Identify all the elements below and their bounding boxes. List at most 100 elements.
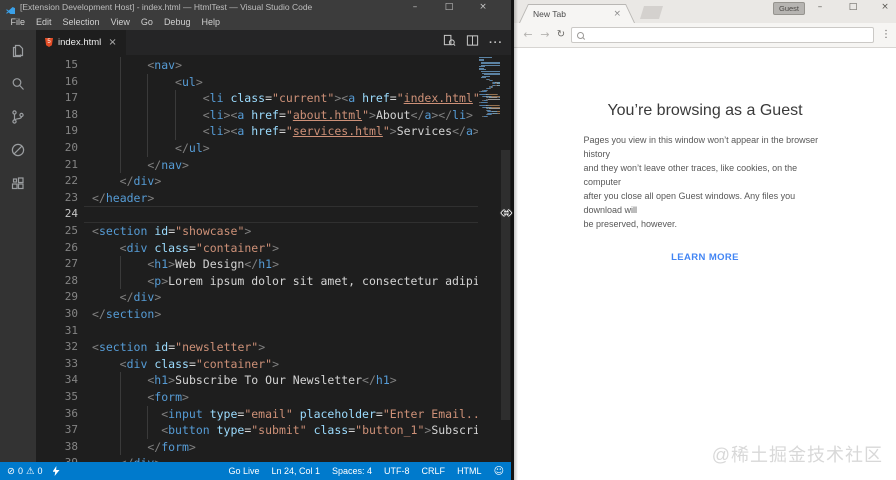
window-title: [Extension Development Host] - index.htm… <box>20 2 313 12</box>
code-editor[interactable]: 15 16 17 18 19 20 21 22 23 24 25 26 27 28 29 30 31 32 33 34… <box>36 55 511 462</box>
code-line[interactable]: <ul> <box>92 73 478 91</box>
html5-file-icon: 5 <box>45 38 53 47</box>
line-number: 15 <box>64 58 78 71</box>
browser-tab[interactable]: New Tab × <box>519 4 635 23</box>
new-tab-button[interactable] <box>640 6 663 19</box>
line-number: 22 <box>64 174 78 188</box>
guest-info-line: be preserved, however. <box>583 219 678 229</box>
code-line[interactable]: </div> <box>92 289 478 306</box>
address-bar[interactable] <box>571 27 874 43</box>
code-line[interactable]: <nav> <box>92 57 478 74</box>
feedback-smiley-icon[interactable]: ☺ <box>494 466 511 477</box>
status-item-ln-24-col-1[interactable]: Ln 24, Col 1 <box>265 466 326 476</box>
browser-maximize-button[interactable]: □ <box>844 0 862 14</box>
browser-minimize-button[interactable]: – <box>811 0 829 14</box>
screen: [Extension Development Host] - index.htm… <box>0 0 896 480</box>
code-line[interactable]: <li><a href="about.html">About</a></li> <box>92 106 478 124</box>
more-actions-icon[interactable]: ··· <box>489 37 503 48</box>
menu-item-edit[interactable]: Edit <box>31 17 58 27</box>
minimap[interactable] <box>478 55 500 462</box>
code-line[interactable]: <div class="container"> <box>92 240 478 257</box>
code-line[interactable]: </nav> <box>92 156 478 174</box>
close-button[interactable]: × <box>472 0 494 14</box>
code-line[interactable]: </ul> <box>92 140 478 157</box>
guest-info-line: Pages you view in this window won’t appe… <box>583 135 819 159</box>
code-line[interactable]: <div class="container"> <box>92 356 478 373</box>
code-line[interactable]: <section id="newsletter"> <box>92 339 478 356</box>
tab-label: index.html <box>58 37 102 48</box>
status-item-go-live[interactable]: Go Live <box>222 466 265 476</box>
line-number: 20 <box>64 141 78 154</box>
code-line[interactable]: </div> <box>92 173 478 190</box>
split-editor-icon[interactable] <box>466 34 479 52</box>
menu-item-view[interactable]: View <box>105 17 135 27</box>
browser-content: You’re browsing as a Guest Pages you vie… <box>514 48 896 480</box>
line-number: 29 <box>64 290 78 304</box>
browser-toolbar: ← → ↻ ⋮ <box>514 23 896 48</box>
code-line[interactable]: <p>Lorem ipsum dolor sit amet, consectet… <box>92 272 478 290</box>
line-number: 23 <box>64 190 78 204</box>
menu-item-help[interactable]: Help <box>196 17 226 27</box>
maximize-button[interactable]: □ <box>438 0 460 14</box>
source-control-icon[interactable] <box>10 109 26 125</box>
minimize-button[interactable]: – <box>404 0 426 14</box>
back-icon[interactable]: ← <box>520 23 536 47</box>
line-number: 32 <box>64 340 78 354</box>
menu-item-file[interactable]: File <box>5 17 31 27</box>
code-line[interactable]: <input type="email" placeholder="Enter E… <box>92 405 478 423</box>
code-line[interactable]: </header> <box>92 190 478 207</box>
code-line[interactable]: <h1>Web Design</h1> <box>92 256 478 273</box>
menu-item-debug[interactable]: Debug <box>158 17 196 27</box>
extensions-icon[interactable] <box>10 176 26 192</box>
reload-icon[interactable]: ↻ <box>553 23 569 47</box>
line-number: 25 <box>64 224 78 237</box>
status-item-crlf[interactable]: CRLF <box>416 466 452 476</box>
window-divider[interactable] <box>511 0 514 480</box>
menu-item-go[interactable]: Go <box>135 17 158 27</box>
code-line[interactable]: <li><a href="services.html">Services</a> <box>92 123 478 140</box>
code-line[interactable]: </section> <box>92 306 478 323</box>
vscode-titlebar[interactable]: [Extension Development Host] - index.htm… <box>0 0 511 16</box>
editor-tab-bar: 5 index.html × ··· <box>36 30 511 55</box>
code-line[interactable]: <h1>Subscribe To Our Newsletter</h1> <box>92 372 478 389</box>
status-item-spaces-4[interactable]: Spaces: 4 <box>326 466 378 476</box>
guest-info-line: and they won’t leave other traces, like … <box>583 163 798 187</box>
line-number: 24 <box>64 207 78 221</box>
problems-indicator[interactable]: ⊘ 0 ⚠ 0 <box>0 466 60 477</box>
code-line[interactable] <box>92 323 478 340</box>
search-icon[interactable] <box>10 76 26 92</box>
status-item-html[interactable]: HTML <box>451 466 488 476</box>
line-number: 21 <box>64 157 78 171</box>
tab-index-html[interactable]: 5 index.html × <box>36 30 126 55</box>
guest-profile-badge[interactable]: Guest <box>773 2 806 15</box>
browser-close-button[interactable]: × <box>876 0 894 14</box>
line-number: 38 <box>64 439 78 453</box>
debug-icon[interactable] <box>10 142 26 158</box>
forward-icon[interactable]: → <box>537 23 553 47</box>
code-line[interactable]: <button type="submit" class="button_1">S… <box>92 422 478 439</box>
status-item-utf-8[interactable]: UTF-8 <box>378 466 416 476</box>
code-line[interactable]: </div> <box>92 455 478 462</box>
browser-tab-title: New Tab <box>533 9 566 19</box>
vscode-window: [Extension Development Host] - index.htm… <box>0 0 511 480</box>
learn-more-link[interactable]: LEARN MORE <box>514 252 896 263</box>
tab-close-icon[interactable]: × <box>108 37 116 48</box>
line-number: 19 <box>64 124 78 138</box>
open-preview-icon[interactable] <box>443 34 456 52</box>
browser-menu-icon[interactable]: ⋮ <box>879 23 893 47</box>
editor-scrollbar[interactable] <box>501 150 510 420</box>
lightning-icon[interactable] <box>52 466 60 476</box>
browser-tab-close-icon[interactable]: × <box>613 9 621 19</box>
code-line[interactable]: </form> <box>92 438 478 456</box>
explorer-icon[interactable] <box>10 43 26 59</box>
line-number: 16 <box>64 74 78 88</box>
code-line[interactable]: <li class="current"><a href="index.html" <box>92 90 478 107</box>
code-line[interactable]: <section id="showcase"> <box>92 223 478 240</box>
code-line[interactable]: <form> <box>92 389 478 406</box>
menu-item-selection[interactable]: Selection <box>57 17 105 27</box>
guest-page-description: Pages you view in this window won’t appe… <box>584 133 827 231</box>
warning-count: 0 <box>37 466 43 476</box>
line-number: 17 <box>64 91 78 105</box>
minimap-row <box>479 115 500 117</box>
line-number: 18 <box>64 107 78 121</box>
